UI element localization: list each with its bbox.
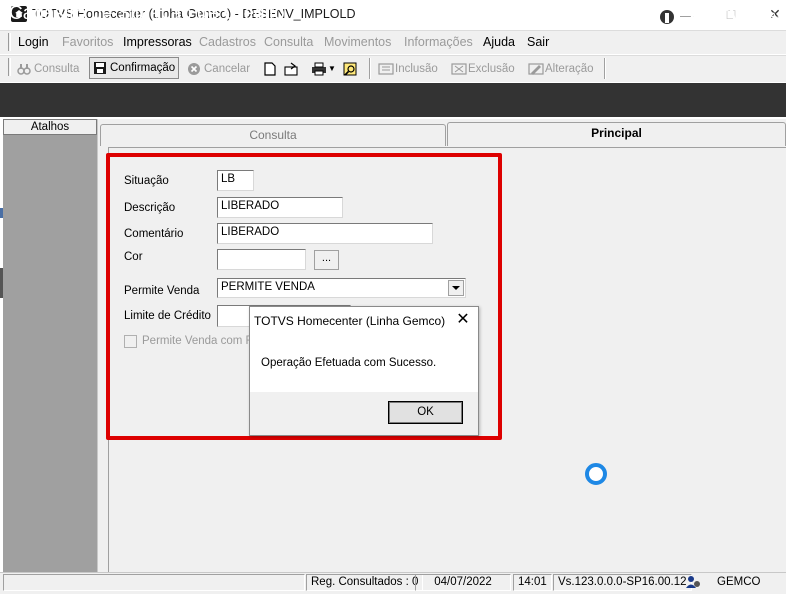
menu-favoritos[interactable]: Favoritos [62, 35, 113, 49]
totvs-logo-subtext: VAREJO [752, 11, 786, 23]
ok-button[interactable]: OK [388, 401, 463, 424]
export-icon [284, 62, 298, 76]
inclusao-label: Inclusão [395, 62, 438, 75]
chevron-down-icon: ▼ [328, 64, 336, 73]
save-icon [93, 61, 107, 75]
cancel-icon [187, 62, 201, 76]
menu-informacoes[interactable]: Informações [404, 35, 473, 49]
page-title: Cadastro de Situação de Crédito [9, 3, 285, 24]
sidebar-header-atalhos[interactable]: Atalhos [3, 119, 97, 135]
status-version: Vs.123.0.0.0-SP16.00.12 [553, 574, 692, 591]
document-icon [263, 61, 277, 76]
tab-consulta[interactable]: Consulta [100, 124, 446, 146]
help-search-icon [342, 62, 357, 76]
menu-grip [8, 33, 11, 51]
sidebar [3, 119, 97, 572]
add-record-icon [378, 62, 394, 76]
menu-login[interactable]: Login [18, 35, 49, 49]
print-button[interactable]: ▼ [311, 58, 336, 79]
delete-record-icon [451, 62, 467, 76]
status-panel-empty [3, 574, 305, 591]
dialog-message: Operação Efetuada com Sucesso. [261, 357, 437, 369]
status-time: 14:01 [513, 574, 552, 591]
cancelar-button[interactable]: Cancelar [187, 58, 250, 79]
exclusao-button[interactable]: Exclusão [451, 58, 515, 79]
menu-movimentos[interactable]: Movimentos [324, 35, 391, 49]
status-reg-consultados: Reg. Consultados : 0 [306, 574, 424, 591]
menu-ajuda[interactable]: Ajuda [483, 35, 515, 49]
inclusao-button[interactable]: Inclusão [378, 58, 438, 79]
confirmacao-label: Confirmação [110, 62, 176, 74]
status-date: 04/07/2022 [415, 574, 511, 591]
menu-cadastros[interactable]: Cadastros [199, 35, 256, 49]
exclusao-label: Exclusão [468, 62, 515, 75]
menu-sair[interactable]: Sair [527, 35, 549, 49]
menu-impressoras[interactable]: Impressoras [123, 35, 192, 49]
alteracao-label: Alteração [545, 62, 594, 75]
new-document-button[interactable] [263, 58, 277, 79]
printer-icon [311, 62, 326, 76]
toolbar-separator-end [604, 58, 606, 79]
totvs-logo-icon [654, 4, 680, 30]
export-button[interactable] [284, 58, 298, 79]
menu-bar [0, 30, 786, 54]
page-header [0, 83, 786, 117]
consulta-label: Consulta [34, 62, 80, 75]
confirmacao-button[interactable]: Confirmação [89, 57, 180, 79]
dialog-title: TOTVS Homecenter (Linha Gemco) [254, 314, 446, 328]
dialog-close-button[interactable]: ✕ [452, 308, 474, 332]
cancelar-label: Cancelar [204, 62, 251, 75]
binoculars-icon [17, 62, 31, 76]
status-user: GEMCO [717, 576, 761, 588]
loading-spinner-icon [585, 463, 607, 485]
edit-record-icon [528, 62, 544, 76]
totvs-logo-text: TOTVS [686, 5, 759, 28]
menu-consulta[interactable]: Consulta [264, 35, 313, 49]
consulta-button[interactable]: Consulta [17, 58, 79, 79]
user-icon [686, 575, 700, 589]
search-help-button[interactable] [342, 58, 357, 79]
toolbar-separator [369, 58, 371, 79]
toolbar-grip [8, 58, 11, 76]
tab-principal[interactable]: Principal [447, 122, 786, 146]
alteracao-button[interactable]: Alteração [528, 58, 594, 79]
